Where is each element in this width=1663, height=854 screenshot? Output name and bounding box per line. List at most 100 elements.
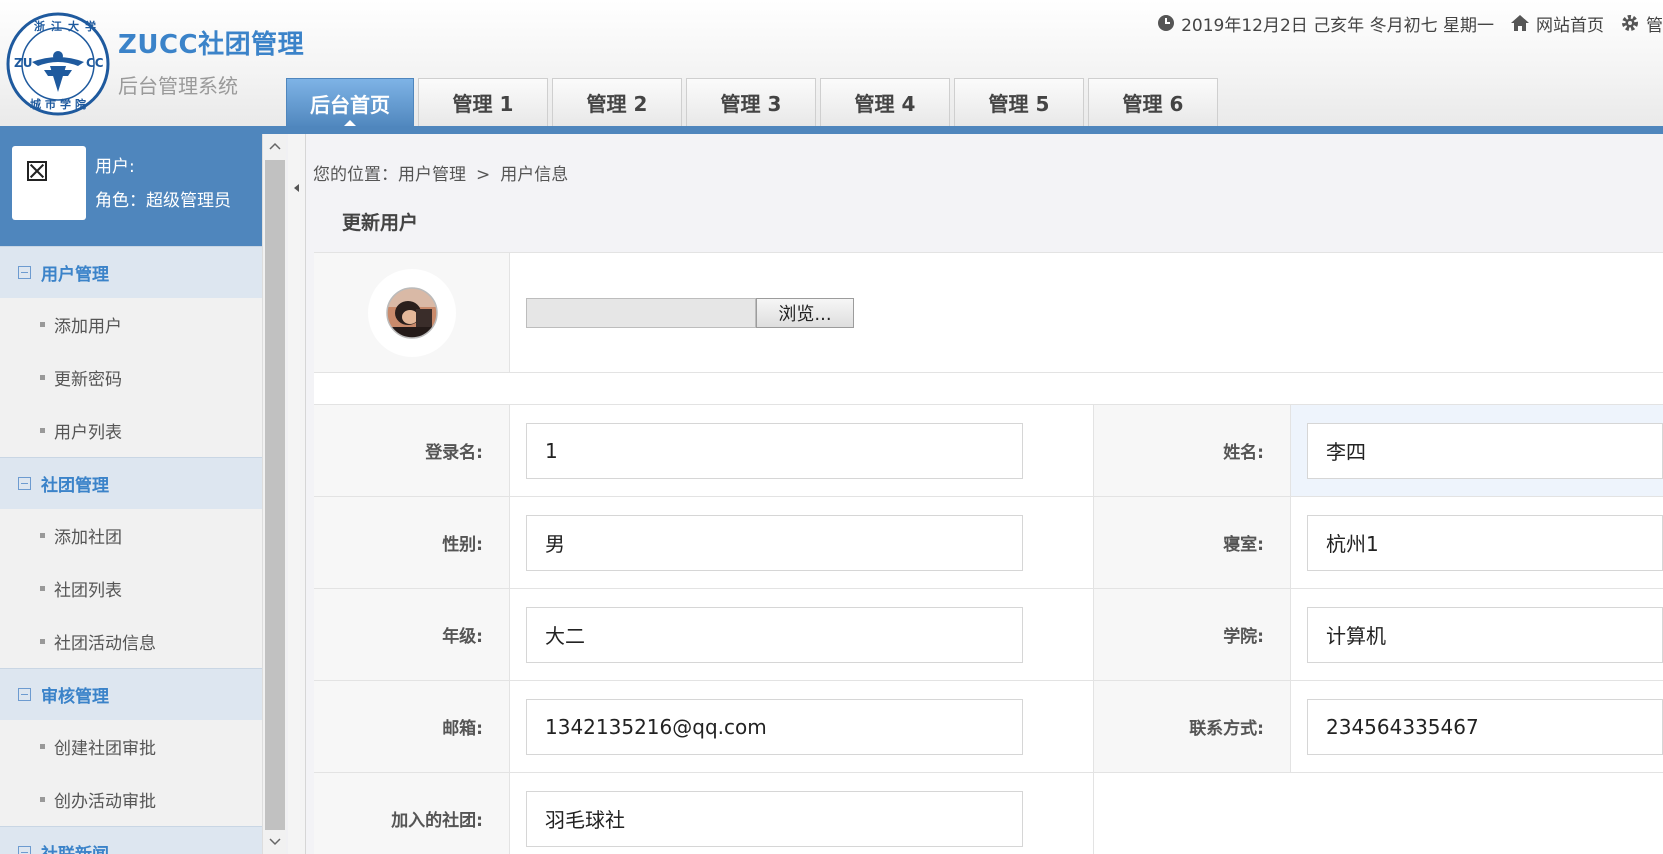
dorm-label: 寝室:: [1094, 497, 1291, 588]
name-cell: 李四: [1291, 405, 1663, 496]
login-cell: 1: [510, 405, 1094, 496]
home-icon: [1511, 15, 1529, 31]
browse-button[interactable]: 浏览...: [756, 297, 854, 328]
club-label: 加入的社团:: [314, 773, 510, 854]
login-input[interactable]: 1: [526, 422, 1023, 479]
collapse-icon: [18, 688, 31, 701]
app-title: ZUCC社团管理: [118, 30, 305, 60]
tab-home[interactable]: 后台首页: [286, 78, 414, 128]
settings-link[interactable]: 管: [1620, 11, 1663, 36]
name-input[interactable]: 李四: [1307, 422, 1663, 479]
chevron-up-icon: [268, 142, 281, 150]
sidebar-group-review-management[interactable]: 审核管理: [0, 668, 262, 720]
tab-manage-5[interactable]: 管理 5: [954, 78, 1084, 126]
form-row-email: 邮箱: 1342135216@qq.com 联系方式: 234564335467: [314, 680, 1663, 772]
bullet-icon: [40, 428, 45, 433]
form-row-grade: 年级: 大二 学院: 计算机: [314, 588, 1663, 680]
bullet-icon: [40, 639, 45, 644]
gender-input[interactable]: 男: [526, 514, 1023, 571]
sidebar-item-activity-approval[interactable]: 创办活动审批: [0, 773, 262, 826]
phone-label: 联系方式:: [1094, 681, 1291, 772]
sidebar-item-label: 添加社团: [54, 528, 122, 548]
gear-icon: [1622, 15, 1638, 31]
sidebar-item-add-user[interactable]: 添加用户: [0, 298, 262, 351]
logo-text-left: ZU: [14, 56, 33, 70]
app-subtitle: 后台管理系统: [118, 74, 238, 98]
login-label: 登录名:: [314, 405, 510, 496]
logo-text-bottom: 城市学院: [30, 98, 90, 111]
bullet-icon: [40, 375, 45, 380]
photo-row: 浏览...: [314, 252, 1663, 372]
gender-label: 性别:: [314, 497, 510, 588]
file-path-field[interactable]: [526, 297, 756, 328]
grade-input[interactable]: 大二: [526, 606, 1023, 663]
top-tabs: 后台首页 管理 1 管理 2 管理 3 管理 4 管理 5 管理 6: [286, 78, 1222, 128]
photo-upload-cell: 浏览...: [510, 253, 1663, 372]
sidebar-group-label: 社团管理: [41, 476, 109, 496]
collapse-icon: [18, 477, 31, 490]
sidebar-item-club-creation-approval[interactable]: 创建社团审批: [0, 720, 262, 773]
logo-text-top: 浙江大学: [34, 20, 102, 33]
scroll-down-button[interactable]: [263, 830, 286, 854]
settings-label: 管: [1646, 15, 1663, 36]
form-row-gender: 性别: 男 寝室: 杭州1: [314, 496, 1663, 588]
email-label: 邮箱:: [314, 681, 510, 772]
breadcrumb-user-info: 用户信息: [500, 165, 569, 185]
bullet-icon: [40, 322, 45, 327]
sidebar-item-club-list[interactable]: 社团列表: [0, 562, 262, 615]
chevron-down-icon: [268, 838, 281, 846]
sidebar-group-label: 审核管理: [41, 687, 109, 707]
spacer-row: [314, 372, 1663, 404]
sidebar-item-club-activities[interactable]: 社团活动信息: [0, 615, 262, 668]
email-cell: 1342135216@qq.com: [510, 681, 1094, 772]
dorm-input[interactable]: 杭州1: [1307, 514, 1663, 571]
grade-cell: 大二: [510, 589, 1094, 680]
college-cell: 计算机: [1291, 589, 1663, 680]
section-title: 更新用户: [342, 212, 419, 234]
club-input[interactable]: 羽毛球社: [526, 790, 1023, 847]
email-input[interactable]: 1342135216@qq.com: [526, 698, 1023, 755]
user-avatar: [12, 146, 86, 220]
bullet-icon: [40, 586, 45, 591]
phone-cell: 234564335467: [1291, 681, 1663, 772]
sidebar-item-label: 添加用户: [54, 317, 122, 337]
sidebar-collapse-handle: [288, 134, 306, 854]
user-photo: [367, 268, 456, 357]
sidebar-item-user-list[interactable]: 用户列表: [0, 404, 262, 457]
sidebar-scrollbar[interactable]: [262, 134, 286, 854]
dorm-cell: 杭州1: [1291, 497, 1663, 588]
sidebar-group-label: 用户管理: [41, 265, 109, 285]
header: 浙江大学 ZU CC 城市学院 ZUCC社团管理 后台管理系统 2019年12月…: [0, 0, 1663, 128]
sidebar-group-club-management[interactable]: 社团管理: [0, 457, 262, 509]
breadcrumb-prefix: 您的位置：: [313, 165, 398, 185]
collapse-icon: [18, 266, 31, 279]
club-cell: 羽毛球社: [510, 773, 1094, 854]
tab-manage-1[interactable]: 管理 1: [418, 78, 548, 126]
sidebar-item-label: 更新密码: [54, 370, 122, 390]
sidebar-group-user-management[interactable]: 用户管理: [0, 246, 262, 298]
sidebar-group-union-news[interactable]: 社联新闻: [0, 826, 262, 854]
college-input[interactable]: 计算机: [1307, 606, 1663, 663]
sidebar-item-add-club[interactable]: 添加社团: [0, 509, 262, 562]
tab-manage-4[interactable]: 管理 4: [820, 78, 950, 126]
collapse-left-icon[interactable]: [294, 184, 299, 192]
zucc-logo: 浙江大学 ZU CC 城市学院: [6, 12, 110, 116]
date-text: 2019年12月2日 己亥年 冬月初七 星期一: [1181, 15, 1494, 36]
form-row-login: 登录名: 1 姓名: 李四: [314, 404, 1663, 496]
scroll-up-button[interactable]: [263, 134, 286, 158]
broken-image-icon: [27, 161, 47, 181]
tab-manage-3[interactable]: 管理 3: [686, 78, 816, 126]
gender-cell: 男: [510, 497, 1094, 588]
sidebar-item-label: 社团活动信息: [54, 634, 156, 654]
phone-input[interactable]: 234564335467: [1307, 698, 1663, 755]
clock-icon: [1158, 15, 1175, 31]
user-photo-image: [385, 286, 438, 339]
sidebar: 用户: 角色：超级管理员 用户管理 添加用户 更新密码 用户列表 社团管理 添加…: [0, 134, 262, 854]
tab-manage-2[interactable]: 管理 2: [552, 78, 682, 126]
home-link[interactable]: 网站首页: [1510, 11, 1604, 36]
tab-manage-6[interactable]: 管理 6: [1088, 78, 1218, 126]
breadcrumb-user-management[interactable]: 用户管理: [398, 165, 466, 185]
scrollbar-thumb[interactable]: [265, 160, 285, 830]
sidebar-item-update-password[interactable]: 更新密码: [0, 351, 262, 404]
collapse-icon: [18, 846, 31, 854]
